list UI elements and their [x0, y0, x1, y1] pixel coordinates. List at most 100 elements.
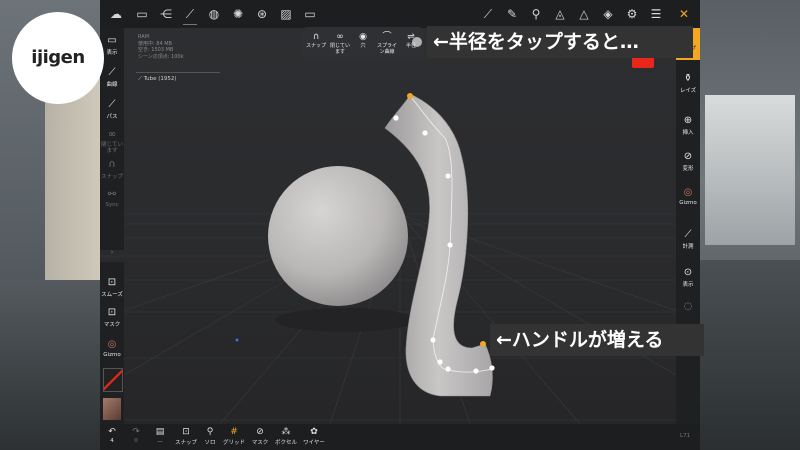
tool-view-right[interactable]: ⊙ 表示 — [676, 266, 700, 288]
tool-gizmo[interactable]: ◎ Gizmo — [100, 338, 124, 358]
option-spline[interactable]: ⌒ スプライン曲線 — [374, 31, 400, 55]
bottom-toolbar: ↶ 4 ↷ 0 ▤ ... ⊡ スナップ ⚲ ソロ # グリッド ⊘ マスク ⁂ — [100, 424, 700, 450]
voxel-button[interactable]: ⁂ ボクセル — [272, 427, 300, 446]
tool-label: 曲線 — [106, 82, 118, 88]
curve-endpoint[interactable] — [480, 341, 486, 347]
right-tool-panel: ⟋ ループ ⚱ レイズ ⊕ 挿入 ⊘ 変形 ◎ Gizmo ⟋ 計測 ⊙ 表示 … — [676, 28, 700, 424]
snap-button[interactable]: ⊡ スナップ — [172, 427, 200, 446]
smooth-icon: ⊡ — [107, 277, 117, 288]
mesh-menu-button[interactable]: ▤ ... — [152, 427, 168, 444]
bottom-label: ... — [157, 438, 163, 444]
tool-measure[interactable]: ⟋ 計測 — [676, 228, 700, 250]
tool-snap[interactable]: ∩ スナップ — [100, 158, 124, 180]
share-icon[interactable]: ⋲ — [156, 4, 176, 24]
film-reel-icon[interactable]: ⊛ — [252, 4, 272, 24]
tool-raise[interactable]: ⚱ レイズ — [676, 72, 700, 94]
undo-count: 4 — [110, 438, 114, 444]
infinity-icon: ∞ — [336, 32, 344, 42]
redo-icon: ↷ — [132, 427, 140, 437]
insert-icon: ⊕ — [683, 115, 693, 126]
video-icon[interactable]: ▭ — [300, 4, 320, 24]
bottom-label: ソロ — [204, 440, 216, 446]
tool-label: Gizmo — [679, 200, 697, 206]
gear-icon[interactable]: ⚙ — [622, 4, 642, 24]
tool-label: レイズ — [679, 88, 697, 94]
option-hole[interactable]: ◉ 穴 — [352, 31, 374, 49]
mask-button[interactable]: ⊘ マスク — [248, 427, 272, 446]
layers-icon[interactable]: ◈ — [598, 4, 618, 24]
color-swatch[interactable] — [103, 368, 123, 392]
globe-icon[interactable]: ◍ — [204, 4, 224, 24]
option-closed[interactable]: ∞ 閉じています — [328, 31, 352, 55]
layers-plane-icon[interactable]: ◬ — [550, 4, 570, 24]
background-window — [705, 95, 795, 245]
dropper-icon[interactable]: ⚲ — [526, 4, 546, 24]
tool-path[interactable]: ⟋ パス — [100, 98, 124, 120]
curve-handle[interactable] — [445, 366, 451, 372]
tool-sync[interactable]: ⚯ Sync — [100, 188, 124, 208]
tool-transform[interactable]: ⊘ 変形 — [676, 150, 700, 172]
material-swatch[interactable] — [103, 398, 121, 420]
background-floor — [0, 280, 100, 450]
voxel-icon: ⁂ — [281, 427, 291, 437]
gizmo-icon: ◎ — [683, 187, 693, 198]
bottom-label: マスク — [251, 440, 269, 446]
tool-insert[interactable]: ⊕ 挿入 — [676, 114, 700, 136]
wireframe-button[interactable]: ✿ ワイヤー — [300, 427, 328, 446]
pen-tab-icon[interactable]: ⟋ — [183, 4, 197, 25]
triangle-icon[interactable]: △ — [574, 4, 594, 24]
bottom-label: ワイヤー — [303, 440, 325, 446]
option-label: 穴 — [360, 43, 366, 49]
curve-handle[interactable] — [473, 368, 479, 374]
sphere-mesh[interactable] — [268, 166, 408, 306]
curve-handle[interactable] — [489, 365, 495, 371]
grid-button[interactable]: # グリッド — [220, 427, 248, 446]
fps-readout: L71 — [680, 433, 691, 439]
curve-handle[interactable] — [393, 115, 399, 121]
tool-label: 表示 — [682, 282, 694, 288]
curve-handle[interactable] — [447, 242, 453, 248]
menu-icon[interactable]: ☁ — [106, 4, 126, 24]
curve-handle[interactable] — [437, 359, 443, 365]
eye-off-icon: ⊘ — [256, 427, 264, 437]
tool-label: 表示 — [106, 50, 118, 56]
grid-icon: # — [230, 427, 238, 437]
curve-handle[interactable] — [445, 173, 451, 179]
search-icon: ⚲ — [206, 427, 214, 437]
curve-handle[interactable] — [430, 337, 436, 343]
curve-tool-icon[interactable]: ⟋ — [478, 4, 498, 24]
tool-gizmo-right[interactable]: ◎ Gizmo — [676, 186, 700, 206]
tool-curve[interactable]: ⟋ 曲線 — [100, 66, 124, 88]
tool-smooth[interactable]: ⊡ スムーズ — [100, 276, 124, 298]
redo-count: 0 — [134, 438, 138, 444]
redo-button[interactable]: ↷ 0 — [128, 427, 144, 444]
magnet-icon: ∩ — [108, 159, 116, 170]
selection-icon[interactable]: ◌ — [676, 300, 700, 314]
tool-label: 挿入 — [682, 130, 694, 136]
option-snap[interactable]: ∩ スナップ — [304, 31, 328, 49]
transform-icon: ⊘ — [683, 151, 693, 162]
tools-icon[interactable]: ✕ — [674, 4, 694, 24]
option-label: スナップ — [305, 43, 326, 49]
scene-canvas[interactable] — [100, 28, 700, 425]
folder-icon[interactable]: ▭ — [132, 4, 152, 24]
sliders-icon[interactable]: ☰ — [646, 4, 666, 24]
brush-icon[interactable]: ✎ — [502, 4, 522, 24]
mesh-icon: ▤ — [155, 427, 165, 437]
object-label[interactable]: ⟋ Tube (1952) — [138, 76, 177, 83]
undo-button[interactable]: ↶ 4 — [104, 427, 120, 444]
callout-radius: ←半径をタップすると… — [427, 26, 693, 58]
option-label: スプライン曲線 — [376, 43, 397, 55]
tool-mask[interactable]: ⊡ マスク — [100, 306, 124, 328]
image-icon[interactable]: ▨ — [276, 4, 296, 24]
sun-icon[interactable]: ✺ — [228, 4, 248, 24]
tool-closed[interactable]: ∞ 閉じています — [100, 128, 124, 154]
curve-handle[interactable] — [422, 130, 428, 136]
solo-button[interactable]: ⚲ ソロ — [200, 427, 220, 446]
callout-handles: ←ハンドルが増える — [490, 324, 704, 356]
curve-endpoint[interactable] — [407, 93, 413, 99]
viewport[interactable] — [100, 28, 700, 425]
object-name: Tube (1952) — [143, 76, 177, 82]
tool-label: Gizmo — [103, 352, 121, 358]
mask-icon: ⊡ — [107, 307, 117, 318]
